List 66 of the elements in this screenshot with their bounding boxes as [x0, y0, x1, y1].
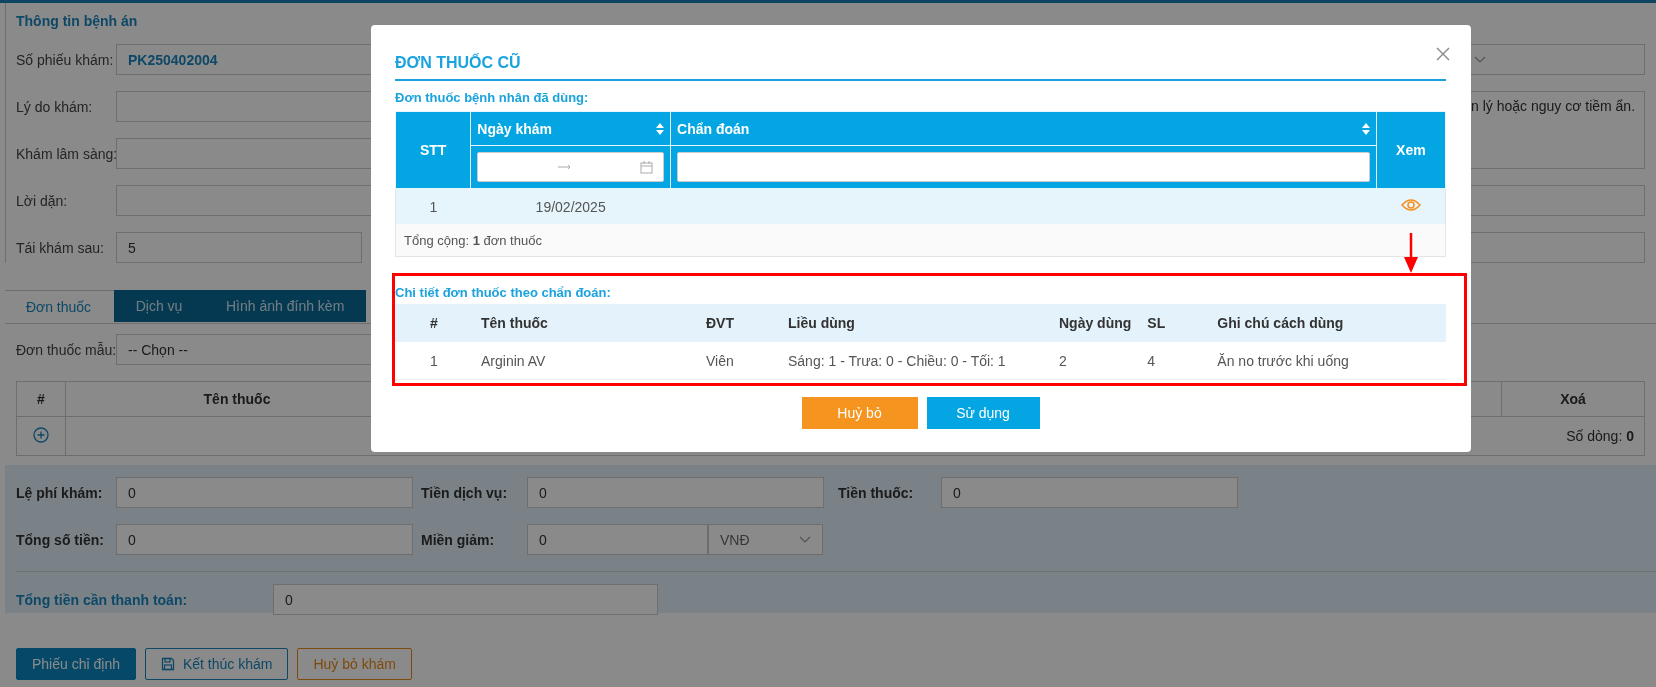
use-button[interactable]: Sử dụng	[926, 397, 1040, 429]
field-label: Tiền dịch vụ:	[421, 484, 509, 501]
column-header: Liều dùng	[780, 304, 1051, 342]
sort-icon[interactable]	[656, 122, 665, 135]
chevron-down-icon	[799, 536, 811, 543]
field-label: Tổng số tiền:	[16, 531, 105, 548]
column-header[interactable]: Ngày khám	[470, 111, 671, 146]
cancel-button[interactable]: Huỷ bỏ khám	[297, 648, 412, 680]
input-field[interactable]: 0	[273, 584, 658, 615]
sort-icon[interactable]	[1361, 122, 1370, 135]
section-title: Thông tin bệnh án	[16, 13, 139, 31]
save-icon	[160, 657, 175, 671]
currency-dropdown[interactable]: VNĐ	[708, 524, 823, 555]
tab[interactable]: Dịch vụ	[114, 290, 204, 322]
input-field[interactable]: 0	[527, 524, 708, 555]
table-cell: Ăn no trước khi uống	[1217, 352, 1349, 369]
field-label: Lời dặn:	[16, 192, 69, 209]
row-count: Số dòng: 0	[1566, 428, 1634, 444]
column-header: ĐVT	[698, 304, 780, 342]
column-header: #	[16, 381, 66, 417]
field-label: Đơn thuốc mẫu:	[16, 341, 116, 358]
table-cell: 2	[1059, 352, 1067, 369]
input-field[interactable]: 0	[116, 477, 413, 508]
calendar-icon	[640, 160, 654, 174]
column-header: SL	[1139, 304, 1210, 342]
input-field[interactable]: 0	[116, 524, 413, 555]
column-header: Ghi chú cách dùng	[1209, 304, 1446, 342]
input-field[interactable]: 5	[116, 232, 362, 263]
column-header: Ngày dùng	[1051, 304, 1140, 342]
input-field[interactable]: 0	[941, 477, 1238, 508]
dialog-title: ĐƠN THUỐC CŨ	[395, 49, 1446, 81]
column-header: Xoá	[1501, 381, 1645, 417]
column-header: #	[395, 304, 473, 342]
order-button[interactable]: Phiếu chỉ định	[16, 648, 136, 680]
column-header: Tên thuốc	[473, 304, 698, 342]
column-header: STT	[395, 111, 471, 189]
input-field[interactable]: 0	[527, 477, 824, 508]
table-cell: 4	[1147, 352, 1156, 369]
table-cell: 1	[430, 352, 438, 369]
table-cell: Sáng: 1 - Trưa: 0 - Chiều: 0 - Tối: 1	[788, 352, 1006, 369]
table-cell: Viên	[706, 352, 734, 369]
add-icon[interactable]	[33, 426, 49, 443]
field-label: Tiền thuốc:	[838, 484, 915, 501]
table-cell: 1	[429, 198, 438, 215]
chevron-down-icon	[1474, 56, 1486, 63]
date-range-field[interactable]	[477, 152, 665, 182]
table-cell: 19/02/2025	[535, 198, 606, 215]
column-header[interactable]: Chẩn đoán	[670, 111, 1377, 146]
section-title: Đơn thuốc bệnh nhân đã dùng:	[395, 90, 590, 105]
column-header: Xem	[1376, 111, 1446, 189]
tab[interactable]: Hình ảnh đính kèm	[204, 290, 367, 322]
field-label: Tái khám sau:	[16, 239, 105, 256]
field-label: Lệ phí khám:	[16, 484, 104, 501]
arrow-right-icon	[558, 164, 573, 170]
filter-field[interactable]	[677, 152, 1370, 182]
eye-icon[interactable]	[1400, 198, 1421, 212]
cancel-button[interactable]: Huỷ bỏ	[801, 397, 918, 429]
table-cell: Arginin AV	[481, 352, 546, 369]
field-label: Miền giảm:	[421, 531, 496, 548]
total-count: Tổng cộng: 1 đơn thuốc	[404, 232, 542, 248]
finish-button[interactable]: Kết thúc khám	[144, 648, 289, 680]
section-title: Chi tiết đơn thuốc theo chẩn đoán:	[395, 285, 612, 300]
field-label: Số phiếu khám:	[16, 51, 115, 68]
field-label: Lý do khám:	[16, 98, 94, 115]
field-label: Khám lâm sàng:	[16, 145, 116, 162]
total-label: Tổng tiền cần thanh toán:	[16, 591, 189, 608]
